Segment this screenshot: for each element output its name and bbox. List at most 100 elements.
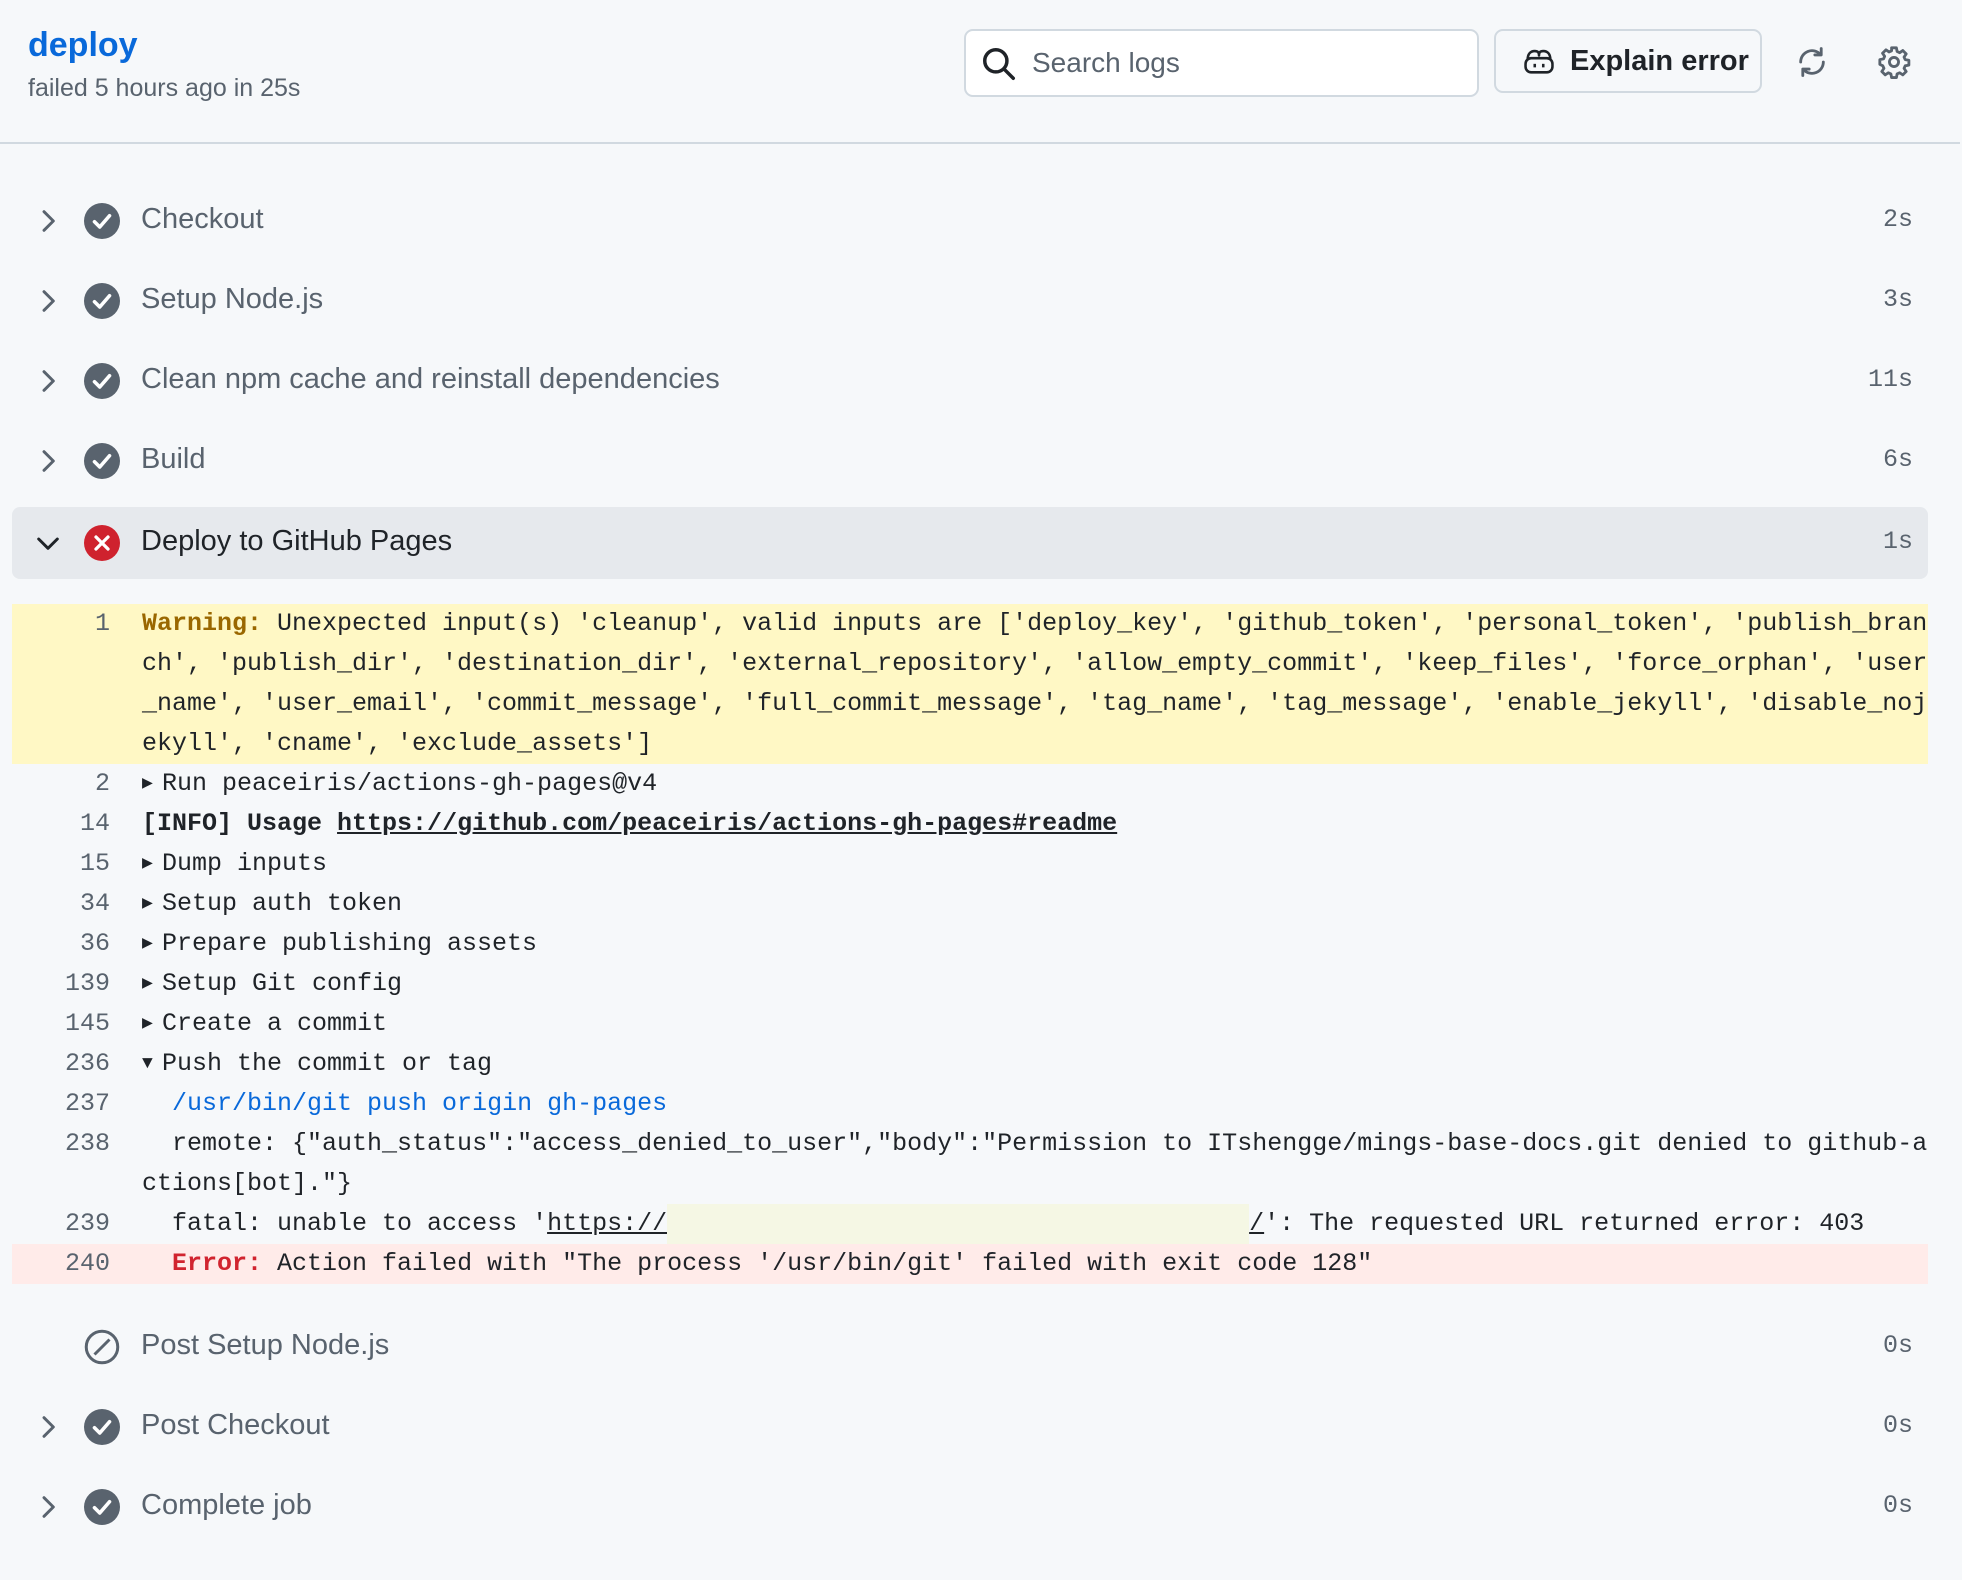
log-line-error: 240 Error: Action failed with "The proce… (12, 1244, 1928, 1284)
fatal-prefix: fatal: unable to access ' (142, 1209, 548, 1238)
chevron-right-icon (42, 1496, 55, 1518)
redacted-region (667, 1204, 1250, 1244)
job-header: deploy failed 5 hours ago in 25s Explain… (0, 0, 1960, 144)
line-number[interactable]: 34 (12, 884, 110, 924)
gear-icon (1878, 46, 1911, 79)
remote-message: remote: {"auth_status":"access_denied_to… (142, 1129, 1928, 1198)
log-group-label: Prepare publishing assets (162, 929, 538, 958)
log-group-line[interactable]: 36 ▶ Prepare publishing assets (12, 924, 1928, 964)
log-group-label: Setup Git config (162, 969, 403, 998)
repo-url-link[interactable]: https:/// (547, 1204, 1264, 1244)
search-input[interactable] (1032, 41, 1462, 85)
warning-message: Unexpected input(s) 'cleanup', valid inp… (142, 609, 1928, 758)
log-line: 239 fatal: unable to access 'https:///':… (12, 1204, 1928, 1244)
search-logs-box[interactable] (964, 29, 1479, 97)
step-clean-npm[interactable]: Clean npm cache and reinstall dependenci… (12, 345, 1928, 417)
step-build[interactable]: Build 6s (12, 425, 1928, 497)
settings-button[interactable] (1872, 40, 1916, 84)
job-title[interactable]: deploy (28, 26, 138, 65)
triangle-right-icon[interactable]: ▶ (142, 1004, 162, 1044)
copilot-icon (1524, 49, 1554, 74)
step-name: Clean npm cache and reinstall dependenci… (141, 363, 720, 395)
log-group-line[interactable]: 34 ▶ Setup auth token (12, 884, 1928, 924)
chevron-right-icon (42, 370, 55, 392)
step-post-checkout[interactable]: Post Checkout 0s (12, 1391, 1928, 1463)
step-name: Checkout (141, 203, 264, 235)
line-number[interactable]: 239 (12, 1204, 110, 1244)
step-complete-job[interactable]: Complete job 0s (12, 1471, 1928, 1543)
log-group-line[interactable]: 139 ▶ Setup Git config (12, 964, 1928, 1004)
step-name: Setup Node.js (141, 283, 324, 315)
command-text: /usr/bin/git push origin gh-pages (142, 1089, 668, 1118)
error-label: Error: (142, 1249, 263, 1278)
explain-error-label: Explain error (1570, 44, 1749, 77)
skipped-icon (84, 1329, 120, 1365)
step-duration: 11s (1867, 365, 1913, 394)
search-icon (983, 48, 1015, 80)
line-number[interactable]: 145 (12, 1004, 110, 1044)
line-number[interactable]: 14 (12, 804, 110, 844)
success-check-icon (84, 443, 120, 479)
success-check-icon (84, 203, 120, 239)
line-number[interactable]: 237 (12, 1084, 110, 1124)
error-message: Action failed with "The process '/usr/bi… (262, 1249, 1373, 1278)
line-number[interactable]: 139 (12, 964, 110, 1004)
triangle-right-icon[interactable]: ▶ (142, 964, 162, 1004)
triangle-right-icon[interactable]: ▶ (142, 884, 162, 924)
step-deploy-github-pages[interactable]: Deploy to GitHub Pages 1s (12, 507, 1928, 579)
line-number[interactable]: 1 (12, 604, 110, 764)
step-name: Complete job (141, 1489, 312, 1521)
step-duration: 1s (1882, 527, 1913, 556)
log-group-line-expanded[interactable]: 236 ▼ Push the commit or tag (12, 1044, 1928, 1084)
chevron-right-icon (42, 1416, 55, 1438)
log-group-label: Push the commit or tag (162, 1049, 493, 1078)
usage-link[interactable]: https://github.com/peaceiris/actions-gh-… (337, 809, 1117, 838)
step-name: Build (141, 443, 206, 475)
log-group-label: Setup auth token (162, 889, 403, 918)
success-check-icon (84, 1409, 120, 1445)
triangle-right-icon[interactable]: ▶ (142, 844, 162, 884)
log-line-warning: 1 Warning: Unexpected input(s) 'cleanup'… (12, 604, 1928, 764)
triangle-down-icon[interactable]: ▼ (142, 1044, 162, 1084)
step-duration: 0s (1882, 1411, 1913, 1440)
line-number[interactable]: 238 (12, 1124, 110, 1204)
step-name: Post Setup Node.js (141, 1329, 390, 1361)
log-group-line[interactable]: 2 ▶ Run peaceiris/actions-gh-pages@v4 (12, 764, 1928, 804)
log-group-line[interactable]: 15 ▶ Dump inputs (12, 844, 1928, 884)
line-number[interactable]: 2 (12, 764, 110, 804)
log-group-label: Run peaceiris/actions-gh-pages@v4 (162, 769, 658, 798)
chevron-right-icon (42, 290, 55, 312)
chevron-right-icon (42, 210, 55, 232)
step-duration: 3s (1882, 285, 1913, 314)
fatal-suffix: ': The requested URL returned error: 403 (1264, 1209, 1865, 1238)
line-number[interactable]: 15 (12, 844, 110, 884)
log-line: 238 remote: {"auth_status":"access_denie… (12, 1124, 1928, 1204)
line-number[interactable]: 36 (12, 924, 110, 964)
step-duration: 2s (1882, 205, 1913, 234)
refresh-icon (1799, 47, 1825, 77)
step-checkout[interactable]: Checkout 2s (12, 185, 1928, 257)
warning-label: Warning: (142, 609, 263, 638)
chevron-down-icon (37, 537, 59, 550)
step-duration: 0s (1882, 1331, 1913, 1360)
log-group-label: Create a commit (162, 1009, 388, 1038)
failure-x-icon (84, 525, 120, 561)
step-duration: 6s (1882, 445, 1913, 474)
triangle-right-icon[interactable]: ▶ (142, 924, 162, 964)
explain-error-button[interactable]: Explain error (1494, 29, 1762, 93)
step-name: Deploy to GitHub Pages (141, 525, 453, 557)
log-group-line[interactable]: 145 ▶ Create a commit (12, 1004, 1928, 1044)
job-status-text: failed 5 hours ago in 25s (28, 74, 301, 102)
step-duration: 0s (1882, 1491, 1913, 1520)
refresh-button[interactable] (1790, 40, 1834, 84)
line-number[interactable]: 236 (12, 1044, 110, 1084)
log-line-info: 14 [INFO] Usage https://github.com/peace… (12, 804, 1928, 844)
triangle-right-icon[interactable]: ▶ (142, 764, 162, 804)
step-post-setup-node[interactable]: Post Setup Node.js 0s (12, 1311, 1928, 1383)
success-check-icon (84, 283, 120, 319)
success-check-icon (84, 363, 120, 399)
step-name: Post Checkout (141, 1409, 330, 1441)
line-number[interactable]: 240 (12, 1244, 110, 1284)
step-setup-node[interactable]: Setup Node.js 3s (12, 265, 1928, 337)
success-check-icon (84, 1489, 120, 1525)
